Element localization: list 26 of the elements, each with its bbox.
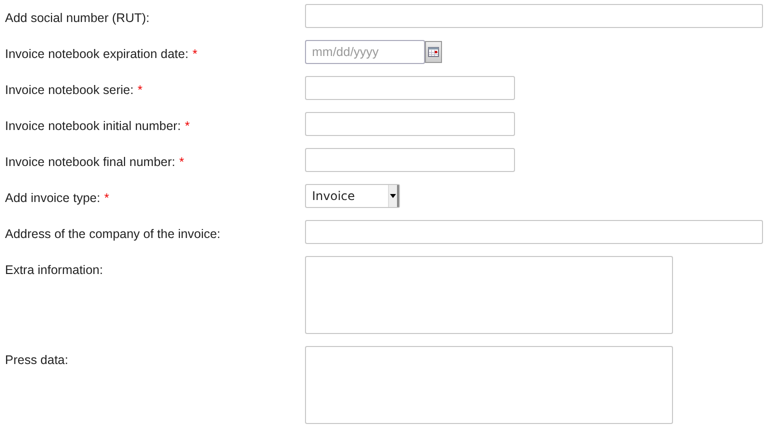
field-label: Invoice notebook initial number:: [5, 119, 181, 133]
required-mark: *: [138, 83, 142, 97]
required-mark: *: [192, 47, 198, 61]
select-field[interactable]: Invoice: [305, 184, 400, 208]
field-label: Address of the company of the invoice:: [5, 227, 220, 241]
field-label: Add invoice type:: [5, 191, 100, 205]
field-label: Extra information:: [5, 263, 103, 277]
required-mark: *: [104, 191, 110, 205]
field-label: Invoice notebook expiration date:: [5, 47, 188, 61]
field-label: Invoice notebook serie:: [5, 83, 134, 97]
text-field[interactable]: [305, 112, 515, 136]
text-field[interactable]: [305, 4, 763, 28]
required-mark: *: [184, 119, 190, 133]
calendar-icon: [428, 47, 439, 57]
field-label: Invoice notebook final number:: [5, 155, 176, 169]
field-label: Add social number (RUT):: [5, 11, 150, 25]
text-field[interactable]: [305, 148, 515, 172]
date-field[interactable]: mm/dd/yyyy: [305, 40, 425, 64]
text-field[interactable]: [305, 220, 763, 244]
text-field[interactable]: [305, 76, 515, 100]
field-label: Press data:: [5, 353, 68, 367]
caret-icon: [390, 194, 396, 198]
text-area[interactable]: [305, 256, 673, 334]
text-area[interactable]: [305, 346, 673, 424]
calendar-button[interactable]: [425, 41, 442, 63]
required-mark: *: [179, 155, 184, 169]
